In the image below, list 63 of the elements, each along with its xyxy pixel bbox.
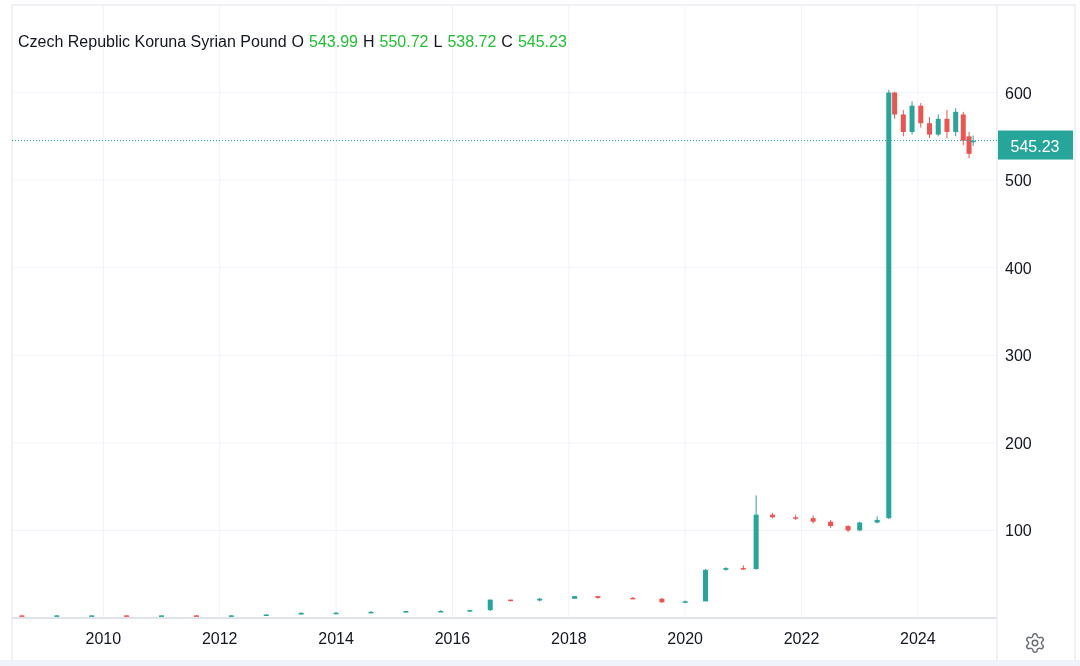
candlestick bbox=[703, 568, 708, 602]
axis-label: 2024 bbox=[900, 630, 936, 647]
axis-label: 300 bbox=[1005, 347, 1032, 365]
candlestick bbox=[438, 609, 444, 613]
candlestick bbox=[467, 609, 473, 613]
candlestick bbox=[595, 595, 601, 600]
axis-label: 600 bbox=[1005, 84, 1032, 102]
candlestick bbox=[874, 515, 880, 524]
candlestick bbox=[900, 109, 906, 137]
settings-icon[interactable] bbox=[1024, 632, 1046, 654]
axis-label: 2012 bbox=[201, 630, 238, 647]
candlestick bbox=[333, 611, 339, 615]
axis-label: 2018 bbox=[551, 630, 587, 647]
axis-label: 2020 bbox=[667, 630, 703, 647]
ohlc-value: 550.72 bbox=[379, 33, 429, 51]
candlestick bbox=[487, 599, 493, 612]
candlestick bbox=[659, 597, 665, 604]
candlestick bbox=[630, 596, 636, 600]
ohlc-label: L bbox=[433, 33, 443, 51]
axis-label: 200 bbox=[1005, 434, 1032, 452]
candlestick bbox=[944, 109, 950, 139]
candlestick bbox=[228, 614, 234, 617]
candlestick bbox=[263, 614, 269, 616]
candlestick bbox=[19, 614, 25, 617]
axis-label: 2022 bbox=[783, 630, 820, 647]
axis-label: 2014 bbox=[318, 630, 354, 647]
ohlc-label: H bbox=[363, 33, 375, 51]
candlestick bbox=[537, 597, 543, 602]
candlestick bbox=[909, 100, 915, 136]
ohlc-value: 545.23 bbox=[517, 33, 567, 51]
axis-label: 2016 bbox=[434, 630, 471, 647]
ohlc-value: 543.99 bbox=[309, 33, 358, 51]
axis-label: 2010 bbox=[85, 630, 122, 647]
candlestick bbox=[793, 514, 799, 521]
axis-label: 500 bbox=[1005, 172, 1032, 190]
candlestick bbox=[723, 566, 729, 572]
candlestick bbox=[572, 595, 578, 600]
candlestick bbox=[89, 614, 95, 617]
ohlc-label: C bbox=[501, 33, 513, 51]
chart-title: Czech Republic Koruna Syrian Pound bbox=[18, 33, 287, 51]
candlestick bbox=[845, 524, 851, 533]
candlestick bbox=[298, 612, 304, 615]
candlestick bbox=[124, 614, 130, 617]
candlestick bbox=[935, 113, 941, 137]
candlestick bbox=[54, 614, 60, 617]
candlestick bbox=[508, 599, 514, 602]
candlestick bbox=[769, 512, 775, 519]
candlestick bbox=[918, 102, 924, 129]
price-tag: 545.23 bbox=[998, 130, 1073, 160]
candlestick bbox=[368, 610, 374, 614]
candlestick bbox=[682, 600, 688, 604]
candlestick bbox=[857, 521, 863, 532]
candlestick bbox=[927, 116, 932, 139]
candlestick bbox=[403, 610, 409, 614]
ohlc-value: 538.72 bbox=[447, 33, 497, 51]
candlestick bbox=[159, 614, 165, 617]
ohlc-label: O bbox=[291, 33, 305, 51]
axis-label: 400 bbox=[1005, 259, 1032, 277]
candlestick bbox=[810, 515, 816, 524]
candlestick bbox=[828, 519, 834, 529]
candlestick bbox=[193, 614, 199, 617]
candlestick bbox=[740, 564, 746, 571]
axis-label: 100 bbox=[1005, 522, 1032, 540]
